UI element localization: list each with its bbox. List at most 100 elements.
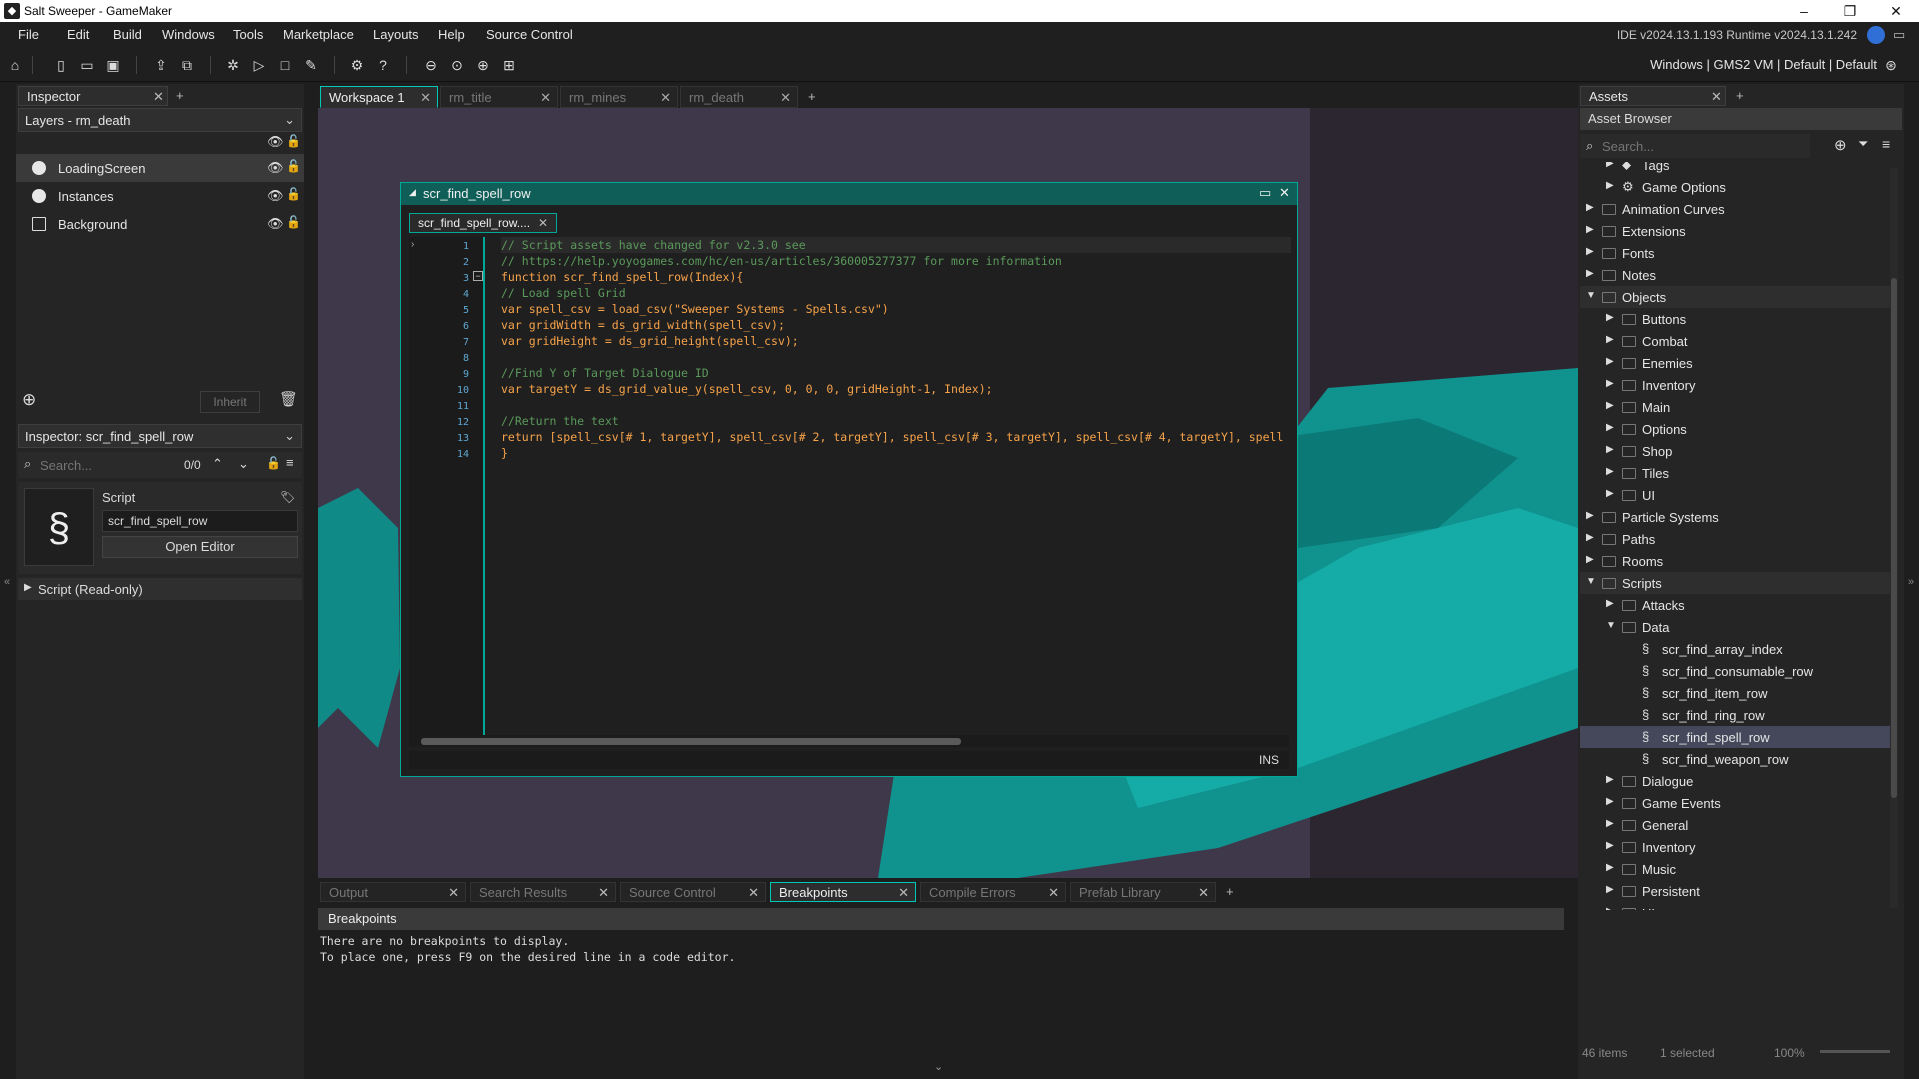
asset-tree-item[interactable]: ▶ General: [1580, 814, 1890, 836]
asset-tree-item[interactable]: ▶ Combat: [1580, 330, 1890, 352]
lock-icon[interactable]: 🔓: [286, 187, 301, 201]
asset-tree-item[interactable]: ▶ Tiles: [1580, 462, 1890, 484]
asset-tree-item[interactable]: § scr_find_spell_row: [1580, 726, 1890, 748]
asset-tree-item[interactable]: ▶ Notes: [1580, 264, 1890, 286]
horizontal-scrollbar[interactable]: [409, 735, 1289, 747]
chevron-right-icon[interactable]: ▶: [1606, 488, 1614, 499]
menu-icon[interactable]: ≡: [1882, 136, 1890, 152]
chevron-right-icon[interactable]: ▶: [1586, 224, 1594, 235]
lock-icon[interactable]: 🔓: [286, 159, 301, 173]
fit-view-icon[interactable]: ⊞: [498, 54, 520, 76]
menu-layouts[interactable]: Layouts: [373, 27, 419, 42]
eye-icon[interactable]: 👁: [267, 134, 284, 150]
asset-tree-item[interactable]: ▶ Persistent: [1580, 880, 1890, 902]
scrollbar-thumb[interactable]: [1891, 278, 1897, 798]
chevron-right-icon[interactable]: ▶: [1606, 400, 1614, 411]
maximize-icon[interactable]: ▭: [1259, 185, 1271, 201]
chevron-right-icon[interactable]: ▶: [1606, 884, 1614, 895]
asset-tree-item[interactable]: ▼ Objects: [1580, 286, 1890, 308]
code-file-tab[interactable]: scr_find_spell_row.... ✕: [409, 213, 557, 233]
close-icon[interactable]: ✕: [1048, 885, 1059, 901]
asset-tree-item[interactable]: ▶ Inventory: [1580, 374, 1890, 396]
layers-dropdown[interactable]: Layers - rm_death ⌄: [18, 108, 302, 132]
chevron-down-icon[interactable]: ▼: [1586, 576, 1596, 587]
chevron-right-icon[interactable]: ▶: [1606, 796, 1614, 807]
menu-file[interactable]: File: [18, 27, 39, 42]
asset-tree-item[interactable]: ▼ Scripts: [1580, 572, 1890, 594]
run-icon[interactable]: ▷: [248, 54, 270, 76]
close-icon[interactable]: ✕: [1711, 89, 1722, 105]
asset-tree-item[interactable]: ▼ Data: [1580, 616, 1890, 638]
close-icon[interactable]: ✕: [1279, 185, 1290, 201]
eye-icon[interactable]: 👁: [267, 188, 284, 204]
tab-prefab-library[interactable]: Prefab Library ✕: [1070, 882, 1216, 902]
asset-tree-item[interactable]: § scr_find_weapon_row: [1580, 748, 1890, 770]
menu-icon[interactable]: ≡: [286, 455, 294, 470]
asset-tree-item[interactable]: ▶ Music: [1580, 858, 1890, 880]
close-icon[interactable]: ✕: [598, 885, 609, 901]
close-window-button[interactable]: ✕: [1873, 0, 1919, 22]
package-icon[interactable]: ⧉: [176, 54, 198, 76]
assets-tab[interactable]: Assets ✕: [1580, 86, 1726, 106]
tab-rm-death[interactable]: rm_death ✕: [680, 86, 798, 108]
asset-tree-item[interactable]: ▶ Inventory: [1580, 836, 1890, 858]
close-icon[interactable]: ✕: [660, 90, 671, 106]
asset-tree-item[interactable]: ▶ Options: [1580, 418, 1890, 440]
asset-tree-item[interactable]: ▶ Animation Curves: [1580, 198, 1890, 220]
layer-row[interactable]: Instances 👁 🔓: [16, 182, 304, 210]
chevron-right-icon[interactable]: ▶: [1586, 510, 1594, 521]
asset-tree-item[interactable]: ▶ Main: [1580, 396, 1890, 418]
chevron-down-icon[interactable]: ▼: [1586, 290, 1596, 301]
asset-tree-item[interactable]: ▶ Particle Systems: [1580, 506, 1890, 528]
chevron-right-icon[interactable]: ▶: [1606, 774, 1614, 785]
code-window-header[interactable]: ◢ scr_find_spell_row ▭ ✕: [401, 183, 1297, 205]
inherit-button[interactable]: Inherit: [200, 391, 260, 413]
tab-output[interactable]: Output ✕: [320, 882, 466, 902]
layer-row[interactable]: Background 👁 🔓: [16, 210, 304, 238]
add-tab-icon[interactable]: +: [176, 88, 184, 103]
chevron-right-icon[interactable]: ▶: [1606, 862, 1614, 873]
zoom-out-icon[interactable]: ⊖: [420, 54, 442, 76]
asset-tree-item[interactable]: ▶ Enemies: [1580, 352, 1890, 374]
chevron-right-icon[interactable]: ▶: [1606, 818, 1614, 829]
chevron-right-icon[interactable]: ▶: [1586, 532, 1594, 543]
trash-icon[interactable]: 🗑: [279, 390, 298, 408]
tag-icon[interactable]: 🏷: [280, 490, 295, 504]
lock-icon[interactable]: 🔓: [286, 215, 301, 229]
close-icon[interactable]: ✕: [540, 90, 551, 106]
asset-tree-item[interactable]: ▶ Attacks: [1580, 594, 1890, 616]
save-project-icon[interactable]: ▣: [102, 54, 124, 76]
scrollbar-thumb[interactable]: [421, 738, 961, 745]
chevron-right-icon[interactable]: ▶: [1606, 598, 1614, 609]
asset-tree-item[interactable]: ▶ Shop: [1580, 440, 1890, 462]
tab-breakpoints[interactable]: Breakpoints ✕: [770, 882, 916, 902]
target-selector[interactable]: Windows | GMS2 VM | Default | Default: [1650, 57, 1877, 72]
tab-source-control[interactable]: Source Control ✕: [620, 882, 766, 902]
add-layer-icon[interactable]: ⊕: [22, 390, 36, 410]
close-icon[interactable]: ✕: [780, 90, 791, 106]
close-icon[interactable]: ✕: [1198, 885, 1209, 901]
filter-icon[interactable]: ⏷: [1858, 136, 1868, 152]
asset-tree-item[interactable]: ▶ Fonts: [1580, 242, 1890, 264]
chevron-right-icon[interactable]: ▶: [1586, 268, 1594, 279]
asset-search-input[interactable]: [1602, 136, 1802, 156]
menu-edit[interactable]: Edit: [67, 27, 89, 42]
chevron-right-icon[interactable]: ▶: [1606, 466, 1614, 477]
collapse-right-icon[interactable]: »: [1908, 576, 1914, 588]
eye-icon[interactable]: 👁: [267, 160, 284, 176]
asset-tree-item[interactable]: ▶ ⬥ Tags: [1580, 162, 1890, 176]
chevron-down-icon[interactable]: ▼: [1606, 620, 1616, 631]
asset-tree-item[interactable]: ▶ UI: [1580, 902, 1890, 910]
chevron-down-icon[interactable]: ⌄: [238, 456, 249, 472]
zoom-reset-icon[interactable]: ⊙: [446, 54, 468, 76]
readonly-section-header[interactable]: ▶ Script (Read-only): [18, 578, 302, 600]
close-icon[interactable]: ✕: [748, 885, 759, 901]
open-editor-button[interactable]: Open Editor: [102, 536, 298, 558]
asset-tree-item[interactable]: § scr_find_array_index: [1580, 638, 1890, 660]
chevron-right-icon[interactable]: ▶: [1606, 378, 1614, 389]
inspector-tab[interactable]: Inspector ✕: [18, 86, 168, 106]
chevron-right-icon[interactable]: ▶: [1606, 444, 1614, 455]
notifications-icon[interactable]: ▭: [1893, 27, 1905, 43]
inspector-dropdown[interactable]: Inspector: scr_find_spell_row ⌄: [18, 424, 302, 448]
chevron-right-icon[interactable]: ▶: [1606, 356, 1614, 367]
